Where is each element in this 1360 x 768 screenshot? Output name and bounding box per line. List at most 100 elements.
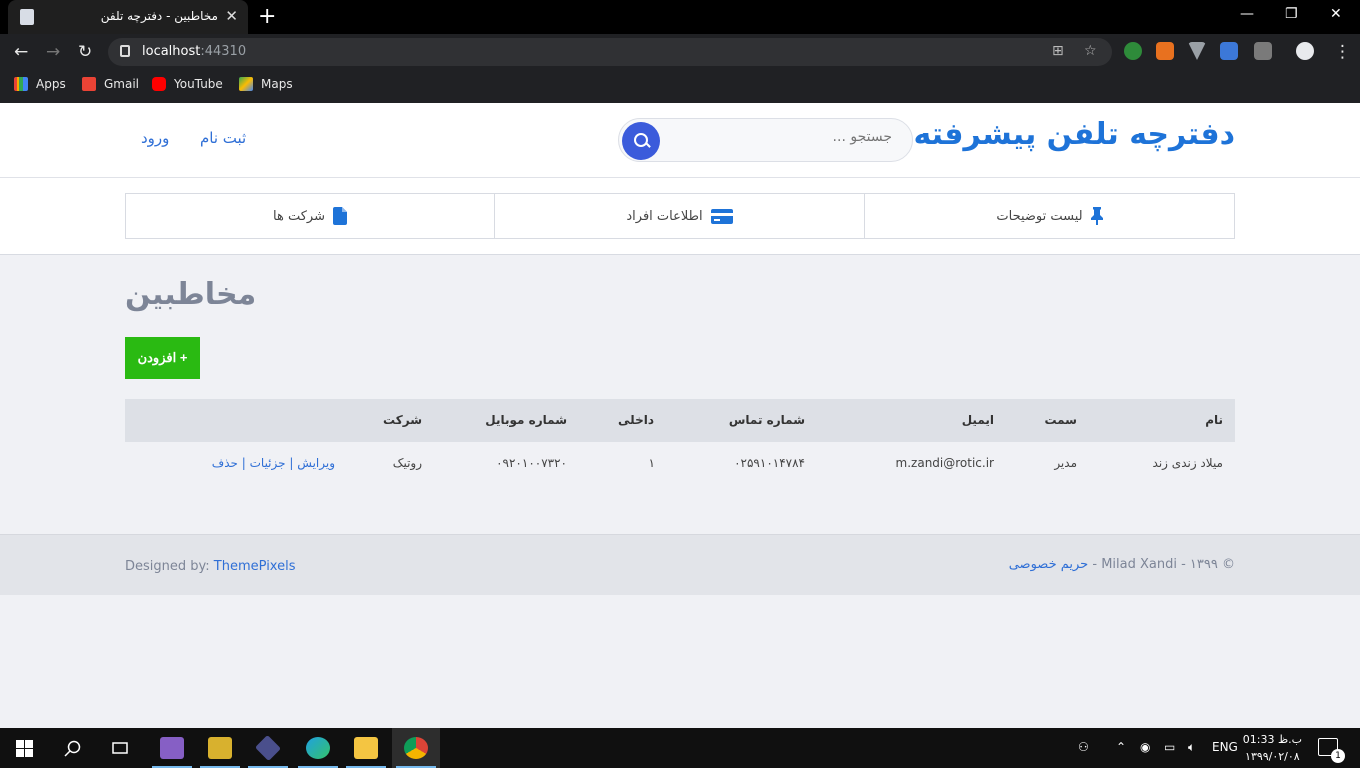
column-header-extension: داخلی xyxy=(618,413,654,427)
extension-icon[interactable] xyxy=(1124,42,1142,60)
git-icon xyxy=(254,734,282,762)
column-header-company: شرکت xyxy=(383,413,422,427)
site-brand[interactable]: دفترچه تلفن پیشرفته xyxy=(913,117,1235,152)
browser-toolbar: ← → ↻ localhost:44310 ⊞ ☆ ⋮ xyxy=(0,34,1360,70)
gmail-icon xyxy=(82,77,96,91)
details-link[interactable]: جزئیات xyxy=(250,456,286,470)
notification-badge: 1 xyxy=(1331,749,1345,763)
profile-avatar-icon[interactable] xyxy=(1296,42,1314,60)
action-separator: | xyxy=(289,456,294,470)
back-icon[interactable]: ← xyxy=(14,42,28,62)
database-icon xyxy=(208,737,232,759)
cell-position: مدیر xyxy=(1054,456,1077,470)
add-button[interactable]: + افزودن xyxy=(125,337,200,379)
forward-icon[interactable]: → xyxy=(46,42,60,62)
search-box xyxy=(618,118,913,162)
clock-date: ۱۳۹۹/۰۲/۰۸ xyxy=(1245,750,1300,763)
extension-icon[interactable] xyxy=(1156,42,1174,60)
restore-icon[interactable]: ❐ xyxy=(1285,6,1298,22)
extension-icon[interactable] xyxy=(1220,42,1238,60)
table-row: میلاد زندی زند مدیر m.zandi@rotic.ir ۰۲۵… xyxy=(125,442,1235,485)
contacts-table: نام سمت ایمیل شماره تماس داخلی شماره موب… xyxy=(125,399,1235,485)
search-icon xyxy=(64,740,81,757)
document-icon xyxy=(332,207,347,225)
bookmark-gmail[interactable]: Gmail xyxy=(82,77,139,91)
extension-icon[interactable] xyxy=(1188,42,1206,60)
search-input[interactable] xyxy=(682,129,892,145)
database-tool-app[interactable] xyxy=(196,728,244,768)
bookmark-star-icon[interactable]: ☆ xyxy=(1084,43,1097,59)
start-button[interactable] xyxy=(0,728,48,768)
address-url[interactable]: localhost:44310 xyxy=(142,44,246,59)
network-icon[interactable]: ▭ xyxy=(1164,740,1175,754)
column-header-phone: شماره تماس xyxy=(728,413,805,427)
input-language[interactable]: ENG xyxy=(1212,740,1238,754)
cell-email: m.zandi@rotic.ir xyxy=(895,456,994,470)
row-actions: ویرایش | جزئیات | حذف xyxy=(212,456,335,470)
chrome-icon xyxy=(404,737,428,759)
maps-icon xyxy=(239,77,253,91)
bookmark-maps[interactable]: Maps xyxy=(239,77,293,91)
page-favicon-icon xyxy=(20,9,34,25)
system-clock[interactable]: ب.ظ 01:33 ۱۳۹۹/۰۲/۰۸ xyxy=(1243,731,1302,765)
login-link[interactable]: ورود xyxy=(141,129,169,147)
apps-grid-icon xyxy=(14,77,28,91)
privacy-link[interactable]: حریم خصوصی xyxy=(1009,557,1089,572)
chrome-app[interactable] xyxy=(392,728,440,768)
extension-icon[interactable] xyxy=(1254,42,1272,60)
file-explorer-app[interactable] xyxy=(342,728,390,768)
tray-app-icon[interactable]: ◉ xyxy=(1140,740,1150,754)
site-header: دفترچه تلفن پیشرفته ثبت نام ورود xyxy=(0,103,1360,178)
git-tool-app[interactable] xyxy=(244,728,292,768)
search-button[interactable] xyxy=(622,122,660,160)
cell-company: روتیک xyxy=(392,456,422,470)
themepixels-link[interactable]: ThemePixels xyxy=(214,559,296,574)
edit-link[interactable]: ویرایش xyxy=(297,456,335,470)
action-center-icon[interactable]: 1 xyxy=(1318,738,1345,763)
new-tab-button[interactable]: + xyxy=(258,4,276,29)
task-view-button[interactable] xyxy=(96,728,144,768)
cell-extension: ۱ xyxy=(648,456,655,470)
register-link[interactable]: ثبت نام xyxy=(200,129,246,147)
browser-titlebar: مخاطبین - دفترچه تلفن ✕ + — ❐ ✕ xyxy=(0,0,1360,34)
window-close-icon[interactable]: ✕ xyxy=(1330,6,1342,22)
youtube-icon xyxy=(152,77,166,91)
tab-title: مخاطبین - دفترچه تلفن xyxy=(100,9,218,23)
visual-studio-app[interactable] xyxy=(148,728,196,768)
volume-icon[interactable]: 🔈︎ xyxy=(1188,740,1195,755)
minimize-icon[interactable]: — xyxy=(1240,6,1254,22)
menu-kebab-icon[interactable]: ⋮ xyxy=(1334,42,1351,62)
column-header-email: ایمیل xyxy=(961,413,994,427)
folder-icon xyxy=(354,737,378,759)
cell-mobile: ۰۹۲۰۱۰۰۷۳۲۰ xyxy=(496,456,567,470)
column-header-position: سمت xyxy=(1044,413,1077,427)
edge-app[interactable] xyxy=(294,728,342,768)
nav-item-description-list[interactable]: لیست توضیحات xyxy=(864,193,1235,239)
address-bar[interactable]: localhost:44310 ⊞ ☆ xyxy=(108,38,1112,66)
nav-item-people-info[interactable]: اطلاعات افراد xyxy=(494,193,865,239)
search-taskbar-button[interactable] xyxy=(48,728,96,768)
table-header-row: نام سمت ایمیل شماره تماس داخلی شماره موب… xyxy=(125,399,1235,442)
show-hidden-icons-chevron-icon[interactable]: ⌃ xyxy=(1116,740,1126,754)
bookmarks-bar: Apps Gmail YouTube Maps xyxy=(0,70,1360,103)
bookmark-apps[interactable]: Apps xyxy=(14,77,66,91)
windows-logo-icon xyxy=(16,740,33,757)
main-nav: لیست توضیحات اطلاعات افراد شرکت ها xyxy=(0,178,1360,255)
card-icon xyxy=(710,208,733,224)
footer-credit: Designed by: ThemePixels xyxy=(125,559,296,574)
translate-icon[interactable]: ⊞ xyxy=(1052,43,1064,59)
windows-taskbar: ⚇ ⌃ ◉ ▭ 🔈︎ ENG ب.ظ 01:33 ۱۳۹۹/۰۲/۰۸ 1 xyxy=(0,728,1360,768)
reload-icon[interactable]: ↻ xyxy=(78,42,92,62)
people-icon[interactable]: ⚇ xyxy=(1078,740,1089,754)
clock-time: ب.ظ 01:33 xyxy=(1242,733,1302,746)
page-title: مخاطبین xyxy=(125,277,257,312)
cell-phone: ۰۲۵۹۱۰۱۴۷۸۴ xyxy=(734,456,805,470)
task-view-icon xyxy=(112,742,128,754)
column-header-name: نام xyxy=(1205,413,1223,427)
nav-item-companies[interactable]: شرکت ها xyxy=(125,193,495,239)
bookmark-youtube[interactable]: YouTube xyxy=(152,77,223,91)
edge-icon xyxy=(306,737,330,759)
delete-link[interactable]: حذف xyxy=(212,456,238,470)
browser-tab[interactable]: مخاطبین - دفترچه تلفن ✕ xyxy=(8,0,248,34)
tab-close-icon[interactable]: ✕ xyxy=(225,7,238,25)
